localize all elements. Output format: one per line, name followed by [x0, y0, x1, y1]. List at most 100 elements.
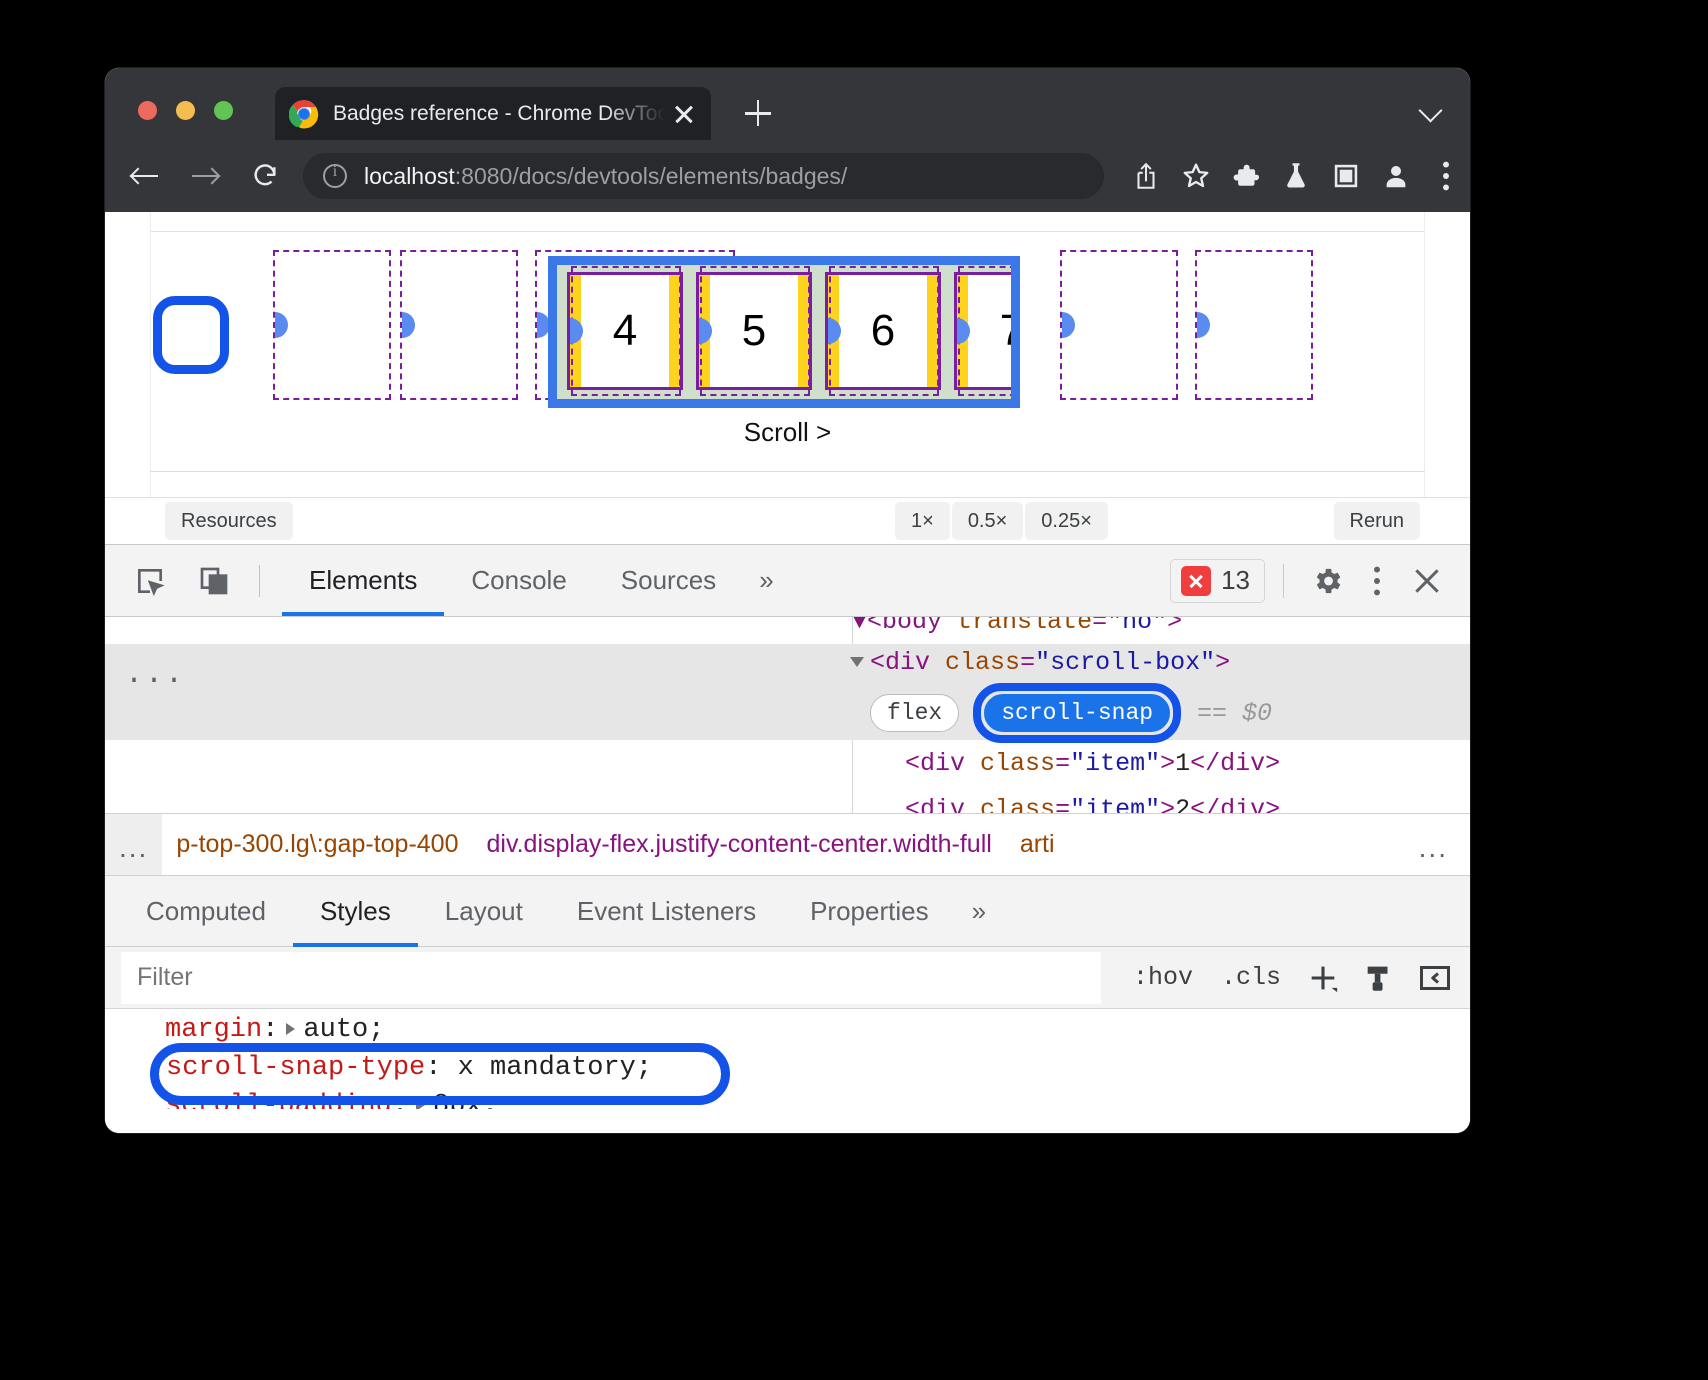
- browser-tab[interactable]: Badges reference - Chrome DevTools: [275, 87, 711, 140]
- browser-toolbar: localhost:8080/docs/devtools/elements/ba…: [105, 140, 1470, 212]
- rerun-button[interactable]: Rerun: [1334, 502, 1420, 540]
- snap-point-icon: [524, 312, 550, 338]
- dom-row-text: <div class="item">2</div>: [105, 795, 1280, 814]
- dom-tree-row[interactable]: <div class="item">2</div>: [105, 786, 1470, 813]
- tab-event-listeners[interactable]: Event Listeners: [550, 876, 783, 947]
- zoom-0.5x-button[interactable]: 0.5×: [952, 502, 1023, 540]
- zoom-1x-button[interactable]: 1×: [895, 502, 950, 540]
- badge-flex[interactable]: flex: [870, 694, 959, 732]
- error-x-icon: [1181, 566, 1211, 596]
- zoom-level-group: 1× 0.5× 0.25×: [895, 502, 1108, 540]
- snap-point-icon: [1049, 312, 1075, 338]
- new-tab-button[interactable]: [737, 92, 779, 134]
- address-bar[interactable]: localhost:8080/docs/devtools/elements/ba…: [303, 153, 1104, 199]
- snap-item: 6: [825, 272, 941, 390]
- maximize-window-button[interactable]: [214, 101, 233, 120]
- search-input[interactable]: [121, 952, 1101, 1004]
- back-arrow-icon[interactable]: [123, 154, 167, 198]
- snap-point-icon: [262, 312, 288, 338]
- breadcrumb-item[interactable]: p-top-300.lg\:gap-top-400: [162, 830, 472, 859]
- dom-row-text: ▼<body translate="no">: [105, 617, 1182, 636]
- chrome-menu-kebab-icon[interactable]: [1422, 152, 1470, 200]
- breadcrumb-overflow-right[interactable]: ...: [1397, 814, 1470, 876]
- zoom-0.25x-button[interactable]: 0.25×: [1025, 502, 1108, 540]
- breadcrumb-overflow-left[interactable]: ...: [105, 814, 162, 876]
- css-declaration[interactable]: margin:auto;: [165, 1015, 1470, 1053]
- snap-point-icon: [944, 318, 970, 344]
- ghost-snap-item: [273, 250, 391, 400]
- scroll-box-inner: 4 5 6: [557, 265, 1011, 399]
- browser-window: Badges reference - Chrome DevTools local…: [105, 68, 1470, 1133]
- close-window-button[interactable]: [138, 101, 157, 120]
- info-circle-icon[interactable]: [323, 164, 347, 188]
- url-text: localhost:8080/docs/devtools/elements/ba…: [364, 163, 847, 190]
- window-traffic-lights: [138, 101, 233, 120]
- minimize-window-button[interactable]: [176, 101, 195, 120]
- snap-point-icon: [557, 318, 583, 344]
- reload-icon[interactable]: [243, 154, 287, 198]
- expander-triangle-icon[interactable]: [416, 1099, 425, 1109]
- divider: [1283, 564, 1284, 598]
- chevron-down-icon[interactable]: [1418, 96, 1444, 122]
- close-icon[interactable]: [671, 101, 697, 127]
- css-declaration[interactable]: scroll-padding:8px;: [165, 1091, 1470, 1109]
- expander-triangle-icon[interactable]: [286, 1023, 295, 1035]
- tab-elements[interactable]: Elements: [282, 545, 444, 616]
- url-path: :8080/docs/devtools/elements/badges/: [455, 163, 848, 189]
- toggle-hover-state-button[interactable]: :hov: [1121, 963, 1205, 992]
- dom-tree-row-selected[interactable]: ... <div class="scroll-box"> flex scroll…: [105, 644, 1470, 740]
- more-tabs-icon[interactable]: »: [956, 896, 1000, 927]
- highlighted-badge-ring: scroll-snap: [973, 683, 1181, 743]
- device-toolbar-icon[interactable]: [191, 558, 237, 604]
- profile-avatar-icon[interactable]: [1372, 152, 1420, 200]
- scroll-hint-label: Scroll >: [105, 417, 1470, 448]
- toggle-class-button[interactable]: .cls: [1209, 963, 1293, 992]
- bookmark-star-icon[interactable]: [1172, 152, 1220, 200]
- dom-tree-row[interactable]: ▼<body translate="no">: [105, 617, 1470, 644]
- css-property-name[interactable]: margin: [165, 1015, 262, 1045]
- tab-properties[interactable]: Properties: [783, 876, 956, 947]
- tab-layout[interactable]: Layout: [418, 876, 550, 947]
- toggle-element-state-icon[interactable]: [1353, 952, 1405, 1004]
- highlighted-snap-point-ring: [153, 296, 229, 374]
- experiments-flask-icon[interactable]: [1272, 152, 1320, 200]
- devtools-panel: Elements Console Sources » 13: [105, 544, 1470, 1133]
- ghost-snap-item: [1060, 250, 1178, 400]
- breadcrumb-item[interactable]: arti: [1006, 830, 1069, 859]
- kebab-menu-icon[interactable]: [1352, 556, 1402, 606]
- dom-row-ellipsis-button[interactable]: ...: [125, 660, 185, 690]
- snap-item: 7: [954, 272, 1011, 390]
- tab-sources[interactable]: Sources: [594, 545, 743, 616]
- close-icon[interactable]: [1402, 556, 1452, 606]
- forward-arrow-icon[interactable]: [183, 154, 227, 198]
- devtools-toolbar-right: 13: [1170, 556, 1452, 606]
- css-property-value[interactable]: auto: [303, 1015, 368, 1045]
- styles-filter-row: :hov .cls: [105, 947, 1470, 1009]
- tab-computed[interactable]: Computed: [119, 876, 293, 947]
- css-property-name[interactable]: scroll-snap-type: [166, 1053, 425, 1083]
- url-host: localhost: [364, 163, 455, 189]
- new-style-rule-icon[interactable]: [1297, 952, 1349, 1004]
- badge-scroll-snap[interactable]: scroll-snap: [984, 694, 1170, 732]
- extensions-puzzle-icon[interactable]: [1222, 152, 1270, 200]
- breadcrumb-item[interactable]: div.display-flex.justify-content-center.…: [473, 830, 1006, 859]
- more-tabs-icon[interactable]: »: [743, 565, 787, 596]
- scroll-box-overlay: 4 5 6: [548, 256, 1020, 408]
- ghost-snap-item: [1195, 250, 1313, 400]
- css-property-value[interactable]: x mandatory: [458, 1053, 636, 1083]
- computed-sidebar-icon[interactable]: [1409, 952, 1461, 1004]
- css-declaration-highlighted[interactable]: scroll-snap-type: x mandatory;: [165, 1053, 1470, 1091]
- tab-styles[interactable]: Styles: [293, 876, 418, 947]
- dom-tree-row[interactable]: <div class="item">1</div>: [105, 740, 1470, 786]
- inspect-element-icon[interactable]: [127, 558, 173, 604]
- tab-console[interactable]: Console: [444, 545, 593, 616]
- snap-point-icon: [815, 318, 841, 344]
- disclosure-triangle-icon[interactable]: [850, 657, 864, 667]
- gear-icon[interactable]: [1302, 556, 1352, 606]
- resources-button[interactable]: Resources: [165, 502, 293, 540]
- share-icon[interactable]: [1122, 152, 1170, 200]
- css-property-name[interactable]: scroll-padding: [165, 1091, 392, 1109]
- error-count-badge[interactable]: 13: [1170, 559, 1265, 603]
- css-property-value[interactable]: 8px: [433, 1091, 482, 1109]
- side-panel-icon[interactable]: [1322, 152, 1370, 200]
